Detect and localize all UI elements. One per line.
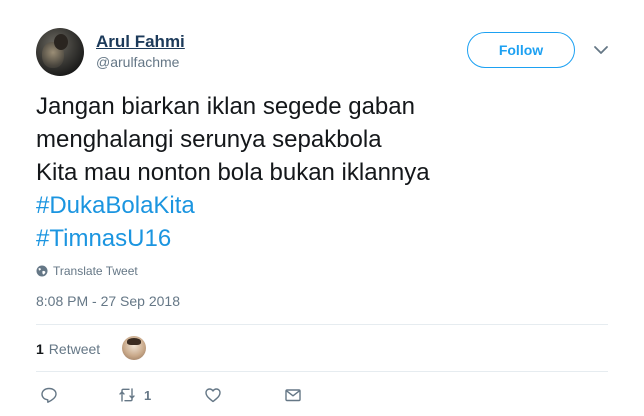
chevron-down-icon[interactable]	[591, 42, 611, 58]
reply-icon	[41, 387, 57, 403]
retweet-stat-label: Retweet	[48, 341, 101, 357]
author-display-name[interactable]: Arul Fahmi	[96, 32, 185, 52]
tweet-line: menghalangi serunya sepakbola	[36, 126, 382, 153]
tweet-timestamp[interactable]: 8:08 PM - 27 Sep 2018	[36, 293, 180, 309]
tweet-text: Jangan biarkan iklan segede gaban mengha…	[36, 90, 616, 255]
direct-message-button[interactable]	[284, 386, 302, 404]
follow-button[interactable]: Follow	[467, 32, 575, 68]
retweet-button[interactable]: 1	[118, 386, 151, 404]
retweet-stats[interactable]: 1 Retweet	[36, 338, 100, 360]
divider	[36, 371, 608, 372]
retweeter-avatar[interactable]	[122, 336, 146, 360]
like-button[interactable]	[204, 386, 222, 404]
author-handle[interactable]: @arulfachme	[96, 54, 179, 70]
heart-icon	[205, 388, 221, 403]
retweet-count: 1	[144, 387, 152, 403]
tweet-actions: 1	[36, 386, 336, 410]
envelope-icon	[285, 389, 301, 402]
retweet-stat-count: 1	[36, 341, 44, 357]
divider	[36, 324, 608, 325]
avatar-figure	[54, 34, 68, 50]
reply-button[interactable]	[40, 386, 58, 404]
hashtag-link[interactable]: #DukaBolaKita	[36, 189, 616, 222]
translate-label: Translate Tweet	[53, 264, 138, 278]
retweet-icon	[119, 388, 135, 402]
author-avatar[interactable]	[36, 28, 84, 76]
tweet-line: Jangan biarkan iklan segede gaban	[36, 93, 415, 120]
tweet-line: Kita mau nonton bola bukan iklannya	[36, 159, 430, 186]
hashtag-link[interactable]: #TimnasU16	[36, 222, 616, 255]
translate-tweet-link[interactable]: Translate Tweet	[36, 264, 138, 278]
globe-icon	[36, 265, 48, 277]
retweeter-avatar-hair	[127, 338, 141, 345]
